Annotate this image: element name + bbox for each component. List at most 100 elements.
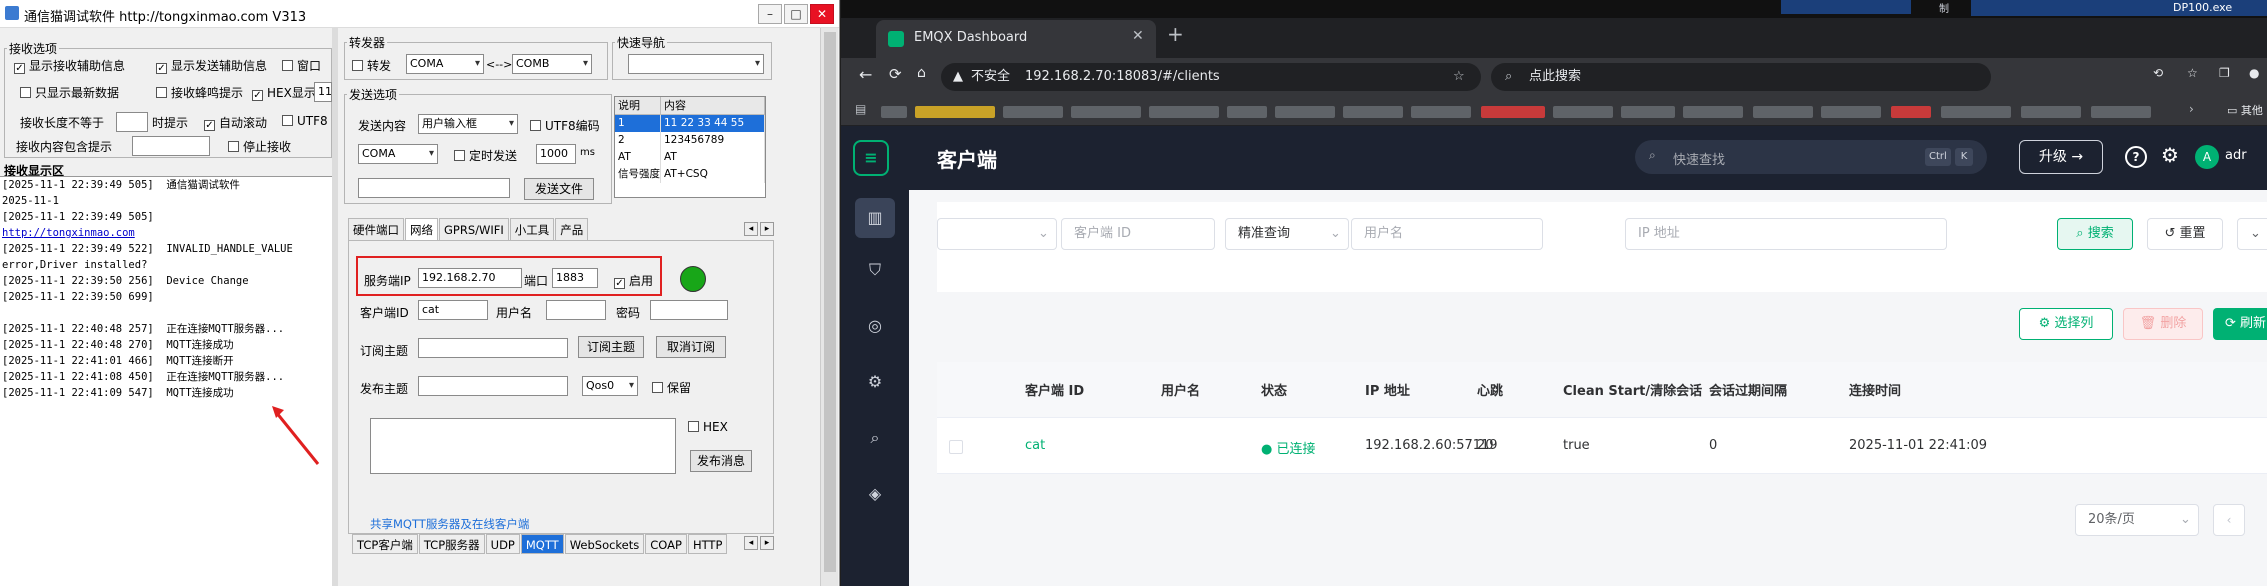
function-tab[interactable]: 产品: [555, 218, 589, 240]
subscribe-button[interactable]: 订阅主题: [578, 336, 644, 358]
bookmark-star-icon[interactable]: ☆: [1453, 63, 1465, 91]
client-id-field[interactable]: cat: [418, 300, 488, 320]
password-field[interactable]: [650, 300, 728, 320]
auto-scroll-checkbox[interactable]: ✓ 自动滚动: [204, 114, 267, 131]
forward-from-select[interactable]: COMA: [406, 54, 484, 74]
protocol-scroll-left-icon[interactable]: ◂: [744, 536, 758, 550]
favorites-icon[interactable]: ☆: [2187, 66, 2198, 80]
cog-icon[interactable]: ⚙: [861, 368, 889, 396]
utf8-encode-checkbox[interactable]: UTF8编码: [530, 117, 600, 134]
maximize-button[interactable]: □: [784, 4, 808, 24]
minimize-button[interactable]: –: [758, 4, 782, 24]
publish-message-field[interactable]: [370, 418, 676, 474]
command-table[interactable]: 说明 内容 1 11 22 33 44 55 2 123456789 AT AT 信号强度 AT+…: [614, 96, 766, 198]
quick-nav-select[interactable]: [628, 54, 764, 74]
refresh-button[interactable]: ⟳ 刷新: [2213, 308, 2267, 340]
layers-icon[interactable]: ◈: [861, 480, 889, 508]
protocol-tab[interactable]: TCP客户端: [352, 534, 418, 554]
bookmark-1[interactable]: [881, 106, 907, 118]
show-send-help-checkbox[interactable]: ✓ 显示发送辅助信息: [156, 57, 267, 74]
stop-recv-checkbox[interactable]: 停止接收: [228, 138, 291, 155]
bookmark-19[interactable]: [2091, 106, 2151, 118]
enable-checkbox[interactable]: ✓ 启用: [614, 272, 653, 289]
quick-search-input[interactable]: ⌕ 快速查找 Ctrl K: [1635, 140, 1987, 174]
bookmark-9[interactable]: [1411, 106, 1471, 118]
shield-icon[interactable]: ⛉: [861, 256, 889, 284]
ip-search-input[interactable]: IP 地址: [1625, 218, 1947, 250]
forward-to-select[interactable]: COMB: [512, 54, 592, 74]
function-tab[interactable]: 小工具: [509, 218, 555, 240]
bookmark-11[interactable]: [1553, 106, 1613, 118]
page-size-select[interactable]: 20条/页 ⌄: [2075, 504, 2199, 536]
tab-close-icon[interactable]: ✕: [1132, 28, 1144, 44]
new-tab-icon[interactable]: +: [1167, 22, 1184, 46]
column-header[interactable]: 心跳: [1477, 380, 1503, 399]
client-id-dropdown[interactable]: ⌄: [937, 218, 1057, 250]
protocol-tab[interactable]: TCP服务器: [418, 534, 485, 554]
protocol-scroll-right-icon[interactable]: ▸: [760, 536, 774, 550]
bookmark-18[interactable]: [2021, 106, 2081, 118]
diagnose-icon[interactable]: ⌕: [861, 424, 889, 452]
column-header[interactable]: 用户名: [1161, 380, 1200, 399]
subscribe-topic-field[interactable]: [418, 338, 568, 358]
publish-button[interactable]: 发布消息: [690, 450, 752, 472]
send-file-button[interactable]: 发送文件: [524, 178, 594, 200]
help-icon[interactable]: ?: [2125, 146, 2147, 168]
log-line[interactable]: http://tongxinmao.com: [2, 225, 330, 241]
collections-icon[interactable]: ❐: [2219, 66, 2230, 80]
hex-display-checkbox[interactable]: ✓ HEX显示: [252, 84, 316, 101]
select-columns-button[interactable]: ⚙ 选择列: [2019, 308, 2113, 340]
close-button[interactable]: ✕: [810, 4, 834, 24]
send-file-path-field[interactable]: [358, 178, 510, 198]
table-cell-client-id[interactable]: cat: [1025, 438, 1045, 453]
search-button[interactable]: ⌕ 搜索: [2057, 218, 2133, 250]
tab-emqx[interactable]: EMQX Dashboard ✕: [876, 20, 1156, 58]
port-field[interactable]: 1883: [552, 268, 598, 288]
recv-beep-checkbox[interactable]: 接收蜂鸣提示: [156, 84, 243, 101]
protocol-tab[interactable]: WebSockets: [564, 534, 645, 554]
bookmark-3[interactable]: [1003, 106, 1063, 118]
bookmark-13[interactable]: [1683, 106, 1743, 118]
hex-value-field[interactable]: 11: [314, 82, 332, 102]
scrollbar-thumb[interactable]: [824, 32, 836, 572]
window-scrollbar[interactable]: [820, 28, 838, 586]
tab-scroll-left-icon[interactable]: ◂: [744, 222, 758, 236]
column-header[interactable]: 连接时间: [1849, 380, 1901, 399]
forward-checkbox[interactable]: 转发: [352, 57, 391, 74]
server-ip-field[interactable]: 192.168.2.70: [418, 268, 522, 288]
other-bookmarks[interactable]: ▭ 其他: [2227, 102, 2263, 118]
username-field[interactable]: [546, 300, 606, 320]
client-id-search-input[interactable]: 客户端 ID: [1061, 218, 1215, 250]
reload-icon[interactable]: ⟳: [889, 65, 902, 83]
only-latest-checkbox[interactable]: 只显示最新数据: [20, 84, 119, 101]
function-tab[interactable]: 网络: [405, 218, 438, 240]
unsubscribe-button[interactable]: 取消订阅: [656, 336, 726, 358]
avatar[interactable]: A: [2195, 145, 2219, 169]
bookmark-8[interactable]: [1343, 106, 1403, 118]
username-search-input[interactable]: 用户名: [1351, 218, 1543, 250]
bookmark-6[interactable]: [1227, 106, 1267, 118]
recv-contains-field[interactable]: [132, 136, 210, 156]
dashboard-icon[interactable]: ▥: [855, 198, 895, 238]
extensions-icon[interactable]: ⟲: [2153, 66, 2163, 80]
hex-send-checkbox[interactable]: HEX: [688, 420, 728, 434]
retain-checkbox[interactable]: 保留: [652, 379, 691, 396]
receive-log[interactable]: [2025-11-1 22:39:49 505] 通信猫调试软件 2025-11-…: [0, 176, 332, 586]
user-name[interactable]: adr: [2225, 148, 2247, 163]
protocol-tab[interactable]: COAP: [645, 534, 687, 554]
command-column-header[interactable]: 说明: [615, 97, 661, 114]
timed-send-checkbox[interactable]: 定时发送: [454, 147, 517, 164]
emqx-logo-icon[interactable]: ≡: [853, 140, 889, 176]
interval-field[interactable]: 1000: [536, 144, 576, 164]
protocol-tab[interactable]: HTTP: [687, 534, 728, 554]
profile-icon[interactable]: ●: [2249, 66, 2259, 80]
column-header[interactable]: 状态: [1261, 380, 1287, 399]
home-icon[interactable]: ⌂: [917, 65, 926, 81]
browser-search-box[interactable]: ⌕ 点此搜索: [1491, 63, 1991, 91]
tab-scroll-right-icon[interactable]: ▸: [760, 222, 774, 236]
function-tab[interactable]: GPRS/WIFI: [439, 218, 509, 240]
url-box[interactable]: ▲ 不安全 192.168.2.70:18083/#/clients ☆: [941, 63, 1481, 91]
column-header[interactable]: Clean Start/清除会话: [1563, 380, 1702, 399]
protocol-tab[interactable]: MQTT: [520, 534, 564, 554]
command-row[interactable]: 1 11 22 33 44 55: [615, 115, 765, 132]
